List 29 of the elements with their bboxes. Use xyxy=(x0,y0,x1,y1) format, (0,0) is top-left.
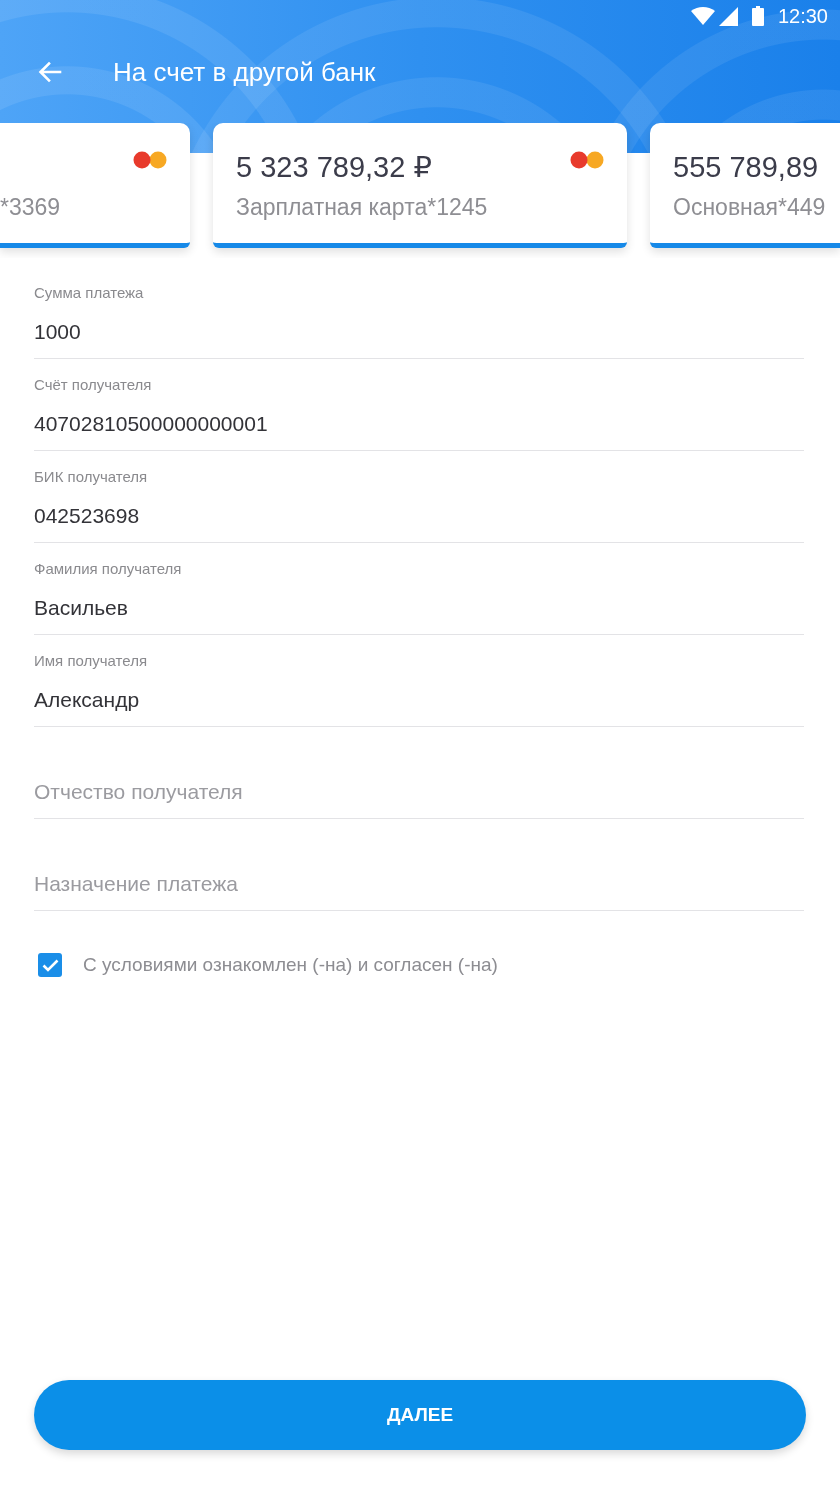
card-name: Зарплатная карта*1245 xyxy=(236,193,489,222)
account-card[interactable]: 5 323 789,32 ₽ Зарплатная карта*1245 xyxy=(213,123,627,248)
text-input[interactable]: Назначение платежа xyxy=(34,869,804,899)
text-input[interactable]: 042523698 xyxy=(34,501,804,531)
wifi-icon xyxy=(690,7,715,25)
account-card[interactable]: 555 789,89 Основная*449 xyxy=(650,123,840,248)
check-icon xyxy=(41,958,59,972)
field-label: Сумма платежа xyxy=(34,284,145,302)
text-input[interactable]: Васильев xyxy=(34,593,804,623)
field-label: БИК получателя xyxy=(34,468,149,486)
back-button[interactable] xyxy=(38,60,62,84)
screen-title: На счет в другой банк xyxy=(113,56,376,88)
checkbox[interactable] xyxy=(38,953,62,977)
card-balance: 555 789,89 xyxy=(673,150,819,185)
text-input[interactable]: 40702810500000000001 xyxy=(34,409,804,439)
battery-icon xyxy=(751,6,764,26)
agreement-text: С условиями ознакомлен (-на) и согласен (-на) xyxy=(83,954,498,976)
card-balance: 5 323 789,32 ₽ xyxy=(236,150,432,185)
field-label: Счёт получателя xyxy=(34,376,153,394)
field-label: Фамилия получателя xyxy=(34,560,183,578)
back-arrow-icon xyxy=(38,60,62,84)
text-input[interactable]: 1000 xyxy=(34,317,804,347)
card-name: *3369 xyxy=(0,193,62,222)
text-input[interactable]: Отчество получателя xyxy=(34,777,804,807)
text-input[interactable]: Александр xyxy=(34,685,804,715)
status-time: 12:30 xyxy=(777,4,828,28)
card-name: Основная*449 xyxy=(673,193,827,222)
field-label: Имя получателя xyxy=(34,652,149,670)
signal-icon xyxy=(718,6,738,26)
